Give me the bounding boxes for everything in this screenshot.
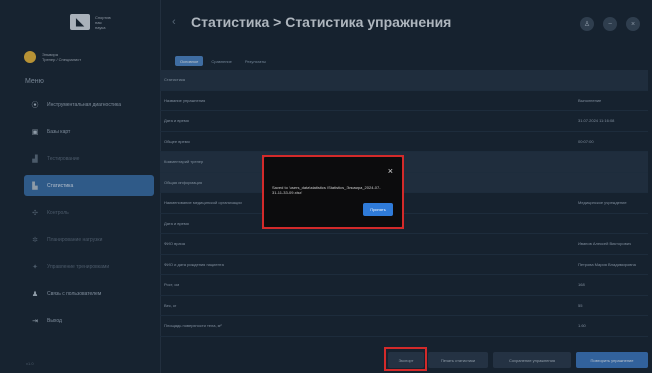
close-icon[interactable]: ×: [388, 166, 393, 176]
save-dialog: × Saved to 'users_data\statistics \Stati…: [264, 157, 402, 227]
accept-button[interactable]: Принять: [363, 203, 393, 216]
export-highlight: [384, 347, 427, 371]
save-message: Saved to 'users_data\statistics \Statist…: [272, 185, 381, 195]
